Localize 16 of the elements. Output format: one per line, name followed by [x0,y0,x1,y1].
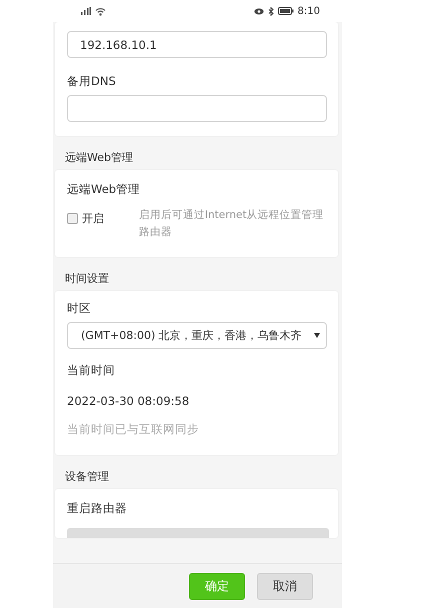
field-label: 时区 [67,301,92,316]
description-text: 启用后可通过Internet从远程位置管理路由器 [138,208,325,240]
section-title: 设备管理 [64,469,110,485]
section-title: 时间设置 [64,271,110,287]
section-title: 远端Web管理 [64,150,134,166]
cancel-button[interactable]: 取消 [257,572,313,600]
field-label: 当前时间 [67,363,116,378]
current-time: 2022-03-30 08:09:58 [67,394,190,408]
enable-checkbox[interactable]: 开启 [67,211,139,226]
sync-note: 当前时间已与互联网同步 [67,422,200,437]
card-title: 重启路由器 [67,501,128,516]
status-time: 8:10 [298,6,320,16]
card-title: 远端Web管理 [67,182,142,197]
dns-input[interactable]: 192.168.10.1 [67,31,327,58]
field-label: 备用DNS [67,74,117,89]
timezone-select[interactable]: (GMT+08:00) 北京，重庆，香港，乌鲁木齐 [67,322,327,349]
